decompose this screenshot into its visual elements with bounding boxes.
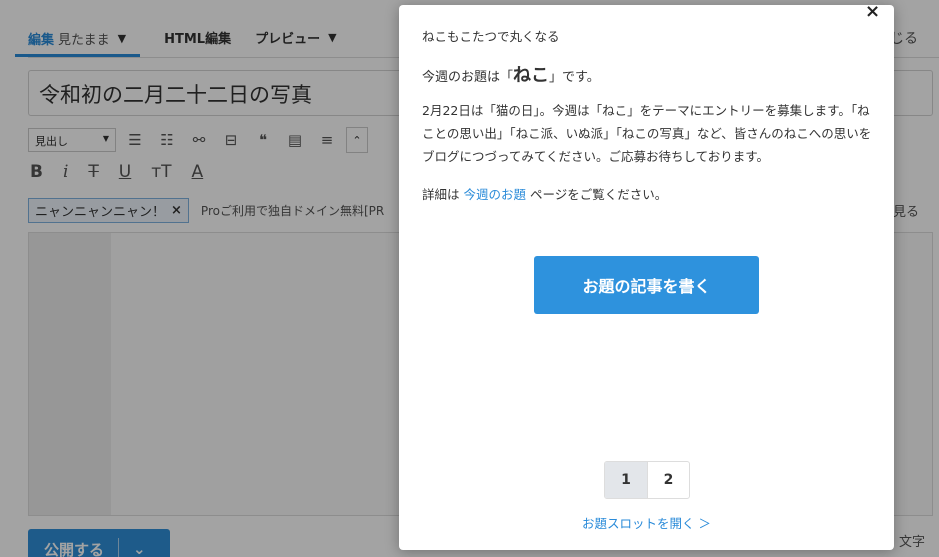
detail-prefix: 詳細は xyxy=(422,187,464,202)
topic-description: 2月22日は「猫の日」。今週は「ねこ」をテーマにエントリーを募集します。「ねこと… xyxy=(422,103,872,164)
topic-heading: 今週のお題は「ねこ」です。 xyxy=(422,64,874,89)
write-topic-button[interactable]: お題の記事を書く xyxy=(534,256,759,314)
modal-body: ねこもこたつで丸くなる 今週のお題は「ねこ」です。 2月22日は「猫の日」。今週… xyxy=(422,25,874,206)
topic-suffix: 」です。 xyxy=(549,70,600,85)
topic-page-link[interactable]: 今週のお題 xyxy=(463,187,526,202)
detail-suffix: ページをご覧ください。 xyxy=(526,187,668,202)
page-button-2[interactable]: 2 xyxy=(647,462,689,498)
modal-title: ねこもこたつで丸くなる xyxy=(422,29,560,44)
close-icon[interactable]: × xyxy=(865,1,880,22)
topic-prefix: 今週のお題は「 xyxy=(422,70,514,85)
page-button-1[interactable]: 1 xyxy=(605,462,647,498)
topic-modal: × ねこもこたつで丸くなる 今週のお題は「ねこ」です。 2月22日は「猫の日」。… xyxy=(399,1,894,550)
topic-word: ねこ xyxy=(513,65,550,86)
open-slot-link[interactable]: お題スロットを開く ＞ xyxy=(399,513,894,532)
pagination: 1 2 xyxy=(604,461,690,499)
topic-detail: 詳細は 今週のお題 ページをご覧ください。 xyxy=(422,183,874,206)
